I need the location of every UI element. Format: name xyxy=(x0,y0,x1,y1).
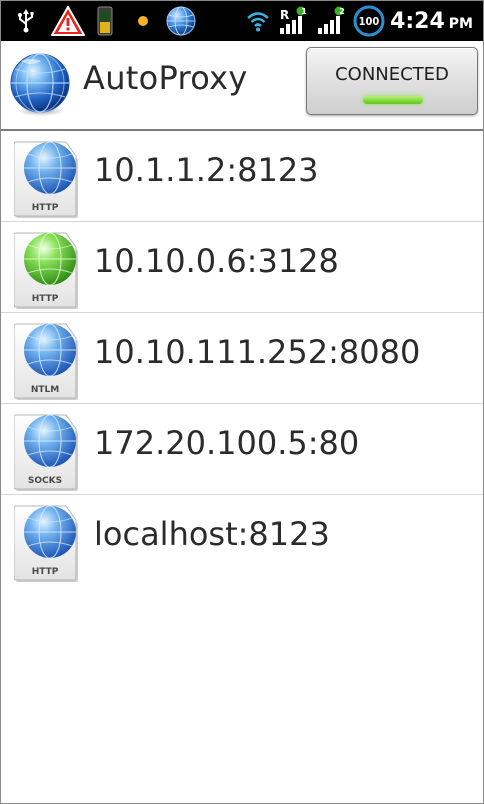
proxy-address: 172.20.100.5:80 xyxy=(94,424,360,462)
notification-dot-icon xyxy=(133,1,153,41)
proxy-globe-icon: NTLM xyxy=(13,322,82,402)
list-item[interactable]: SOCKS 172.20.100.5:80 xyxy=(1,404,483,495)
proxy-address: 10.1.1.2:8123 xyxy=(94,151,319,189)
list-item[interactable]: HTTP 10.1.1.2:8123 xyxy=(1,131,483,222)
list-item[interactable]: NTLM 10.10.111.252:8080 xyxy=(1,313,483,404)
connect-button-label: CONNECTED xyxy=(335,64,449,85)
proxy-list: HTTP 10.1.1.2:8123 HTTP 10.10.0.6:3128 N… xyxy=(1,131,483,586)
proxy-type-label: NTLM xyxy=(30,385,60,395)
app-window: R 1 2 100 4:24 PM AutoProxy CONNECTED HT… xyxy=(0,0,484,804)
proxy-type-label: SOCKS xyxy=(27,476,63,486)
connection-indicator xyxy=(363,96,423,104)
clock: 4:24 PM xyxy=(390,1,473,41)
proxy-type-label: HTTP xyxy=(31,203,59,213)
connect-toggle-button[interactable]: CONNECTED xyxy=(306,47,478,115)
proxy-address: 10.10.0.6:3128 xyxy=(94,242,339,280)
signal-badge-r: 1 xyxy=(301,7,307,16)
proxy-address: localhost:8123 xyxy=(94,515,330,553)
proxy-globe-icon: HTTP xyxy=(13,140,82,220)
signal-icon: 2 xyxy=(315,1,347,41)
proxy-globe-icon: HTTP xyxy=(13,504,82,584)
app-title: AutoProxy xyxy=(83,59,248,97)
battery-level: 100 xyxy=(358,14,380,28)
warning-icon xyxy=(49,1,87,41)
proxy-type-label: HTTP xyxy=(31,294,59,304)
status-bar: R 1 2 100 4:24 PM xyxy=(1,1,483,41)
app-header: AutoProxy CONNECTED xyxy=(1,41,483,131)
proxy-address: 10.10.111.252:8080 xyxy=(94,333,421,371)
app-logo-globe-icon xyxy=(7,51,73,117)
signal-icon: R 1 xyxy=(277,1,309,41)
globe-icon xyxy=(163,1,199,41)
svg-text:R: R xyxy=(280,8,289,22)
proxy-globe-icon: HTTP xyxy=(13,231,82,311)
battery-circle-icon: 100 xyxy=(351,1,387,41)
list-item[interactable]: HTTP 10.10.0.6:3128 xyxy=(1,222,483,313)
usb-icon xyxy=(13,1,39,41)
clock-ampm: PM xyxy=(448,16,473,32)
clock-time: 4:24 xyxy=(390,9,445,34)
list-item[interactable]: HTTP localhost:8123 xyxy=(1,495,483,586)
proxy-type-label: HTTP xyxy=(31,567,59,577)
wifi-icon xyxy=(245,1,271,41)
battery-icon xyxy=(95,1,115,41)
signal-badge: 2 xyxy=(339,7,345,16)
proxy-globe-icon: SOCKS xyxy=(13,413,82,493)
